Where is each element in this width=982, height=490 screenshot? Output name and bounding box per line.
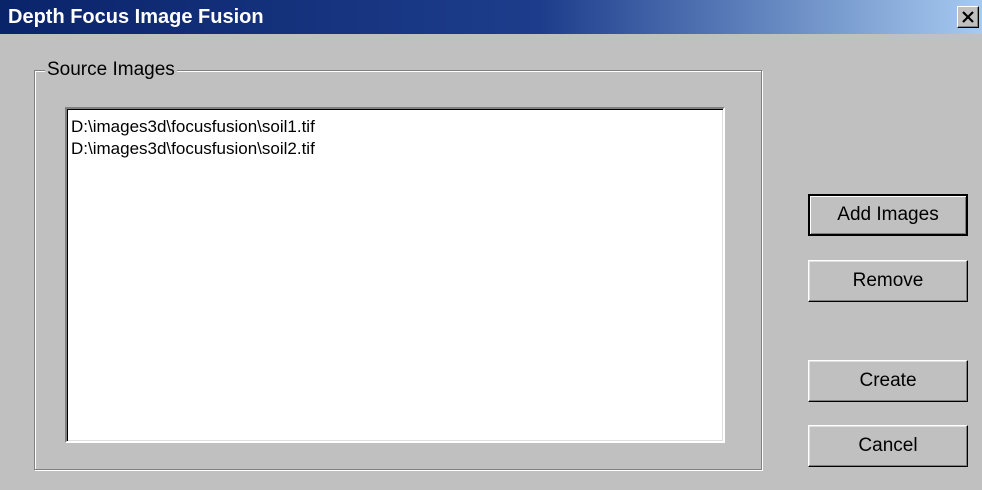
window-title: Depth Focus Image Fusion: [8, 6, 264, 28]
list-item[interactable]: D:\images3d\focusfusion\soil2.tif: [71, 138, 719, 160]
remove-button[interactable]: Remove: [808, 260, 968, 302]
create-button[interactable]: Create: [808, 360, 968, 402]
title-bar[interactable]: Depth Focus Image Fusion: [0, 0, 982, 34]
source-images-listbox[interactable]: D:\images3d\focusfusion\soil1.tif D:\ima…: [65, 107, 725, 443]
list-item[interactable]: D:\images3d\focusfusion\soil1.tif: [71, 116, 719, 138]
source-images-label: Source Images: [45, 58, 177, 82]
dialog-window: Depth Focus Image Fusion Source Images D…: [0, 0, 982, 490]
cancel-button[interactable]: Cancel: [808, 425, 968, 467]
add-images-button[interactable]: Add Images: [808, 194, 968, 236]
close-button[interactable]: [957, 6, 979, 28]
close-icon: [962, 11, 974, 23]
source-images-group: Source Images D:\images3d\focusfusion\so…: [34, 58, 762, 470]
